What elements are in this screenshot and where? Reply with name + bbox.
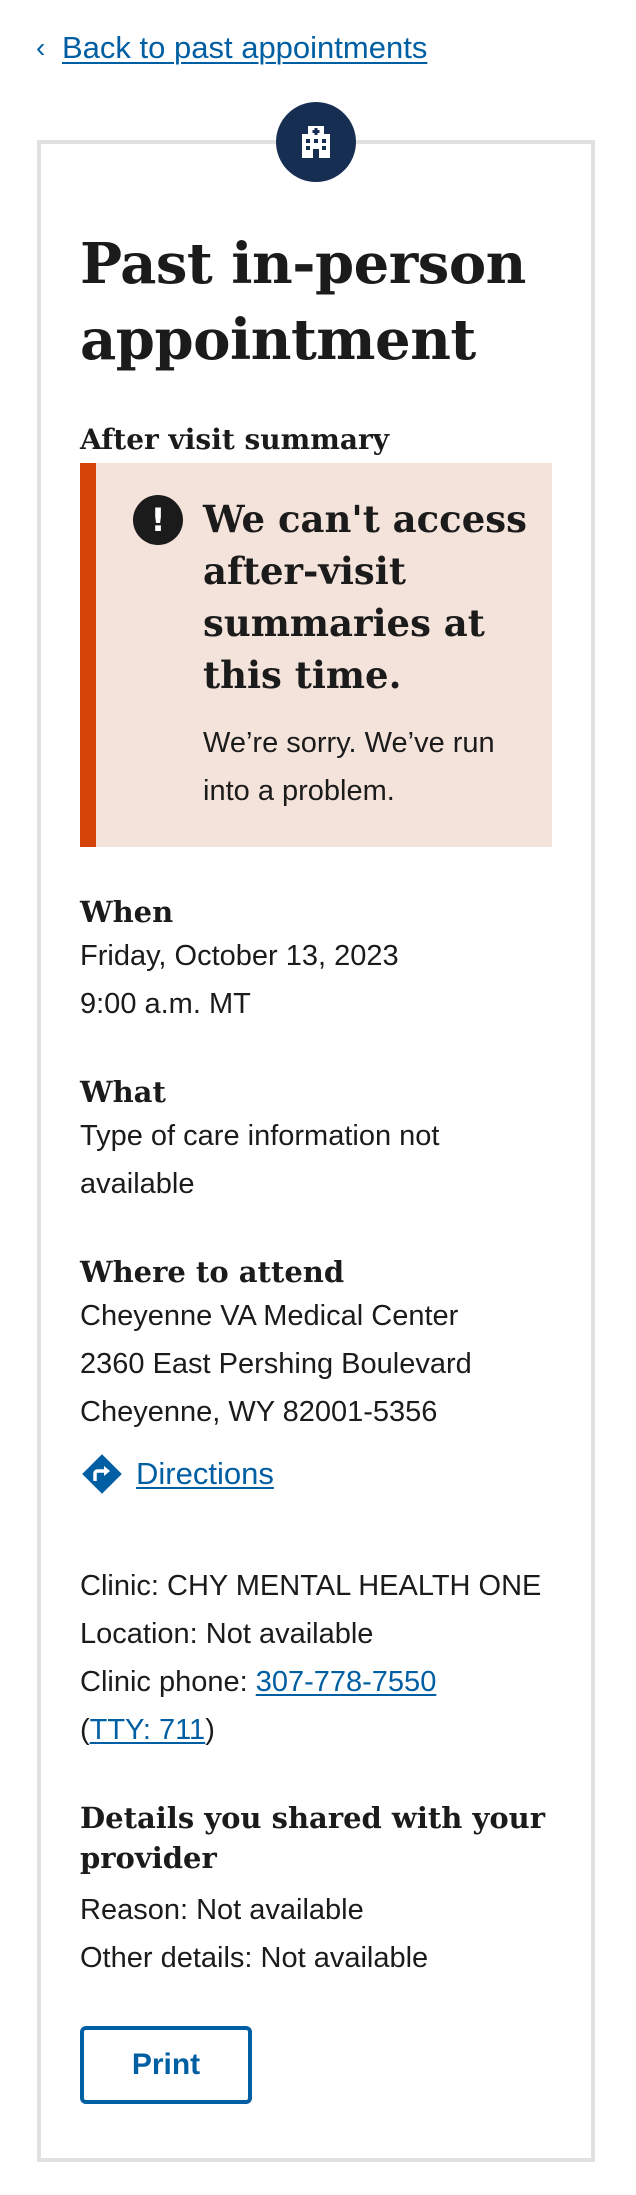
details-heading: Details you shared with your provider: [80, 1801, 546, 1875]
appointment-time: 9:00 a.m. MT: [80, 988, 251, 1020]
clinic-phone-prefix: Clinic phone:: [80, 1666, 256, 1698]
alert-body: We’re sorry. We’ve run into a problem.: [203, 727, 495, 807]
other-details-line: Other details: Not available: [80, 1942, 429, 1974]
appointment-date: Friday, October 13, 2023: [80, 940, 399, 972]
tty-link[interactable]: TTY: 711: [90, 1714, 206, 1746]
building-icon: [276, 102, 356, 182]
directions-icon: [82, 1454, 122, 1494]
clinic-phone-link[interactable]: 307-778-7550: [256, 1666, 437, 1698]
reason-line: Reason: Not available: [80, 1894, 364, 1926]
alert-heading: We can't access after-visit summaries at…: [203, 497, 527, 697]
chevron-left-icon: ‹: [36, 32, 46, 63]
clinic-location: Location: Not available: [80, 1618, 374, 1650]
directions-link[interactable]: Directions: [80, 1452, 274, 1496]
tty-open-paren: (: [80, 1714, 90, 1746]
page-title: Past in-person appointment: [80, 231, 526, 373]
street-address: 2360 East Pershing Boulevard: [80, 1348, 472, 1380]
back-link-label: Back to past appointments: [62, 30, 428, 65]
city-state-zip: Cheyenne, WY 82001-5356: [80, 1396, 438, 1428]
facility-name: Cheyenne VA Medical Center: [80, 1300, 459, 1332]
when-heading: When: [80, 895, 174, 929]
clinic-phone-line: Clinic phone: 307-778-7550: [80, 1658, 436, 1706]
back-to-past-appointments-link[interactable]: ‹ Back to past appointments: [36, 26, 427, 70]
exclamation-icon: !: [133, 495, 183, 545]
print-button[interactable]: Print: [80, 2026, 252, 2104]
clinic-name: Clinic: CHY MENTAL HEALTH ONE: [80, 1570, 542, 1602]
tty-line: (TTY: 711): [80, 1706, 215, 1754]
tty-close-paren: ): [205, 1714, 215, 1746]
directions-label[interactable]: Directions: [136, 1452, 274, 1496]
error-alert: ! We can't access after-visit summaries …: [80, 463, 552, 847]
what-heading: What: [80, 1075, 166, 1109]
where-to-attend-heading: Where to attend: [80, 1255, 345, 1289]
after-visit-summary-heading: After visit summary: [80, 423, 390, 456]
type-of-care: Type of care information not available: [80, 1120, 440, 1200]
